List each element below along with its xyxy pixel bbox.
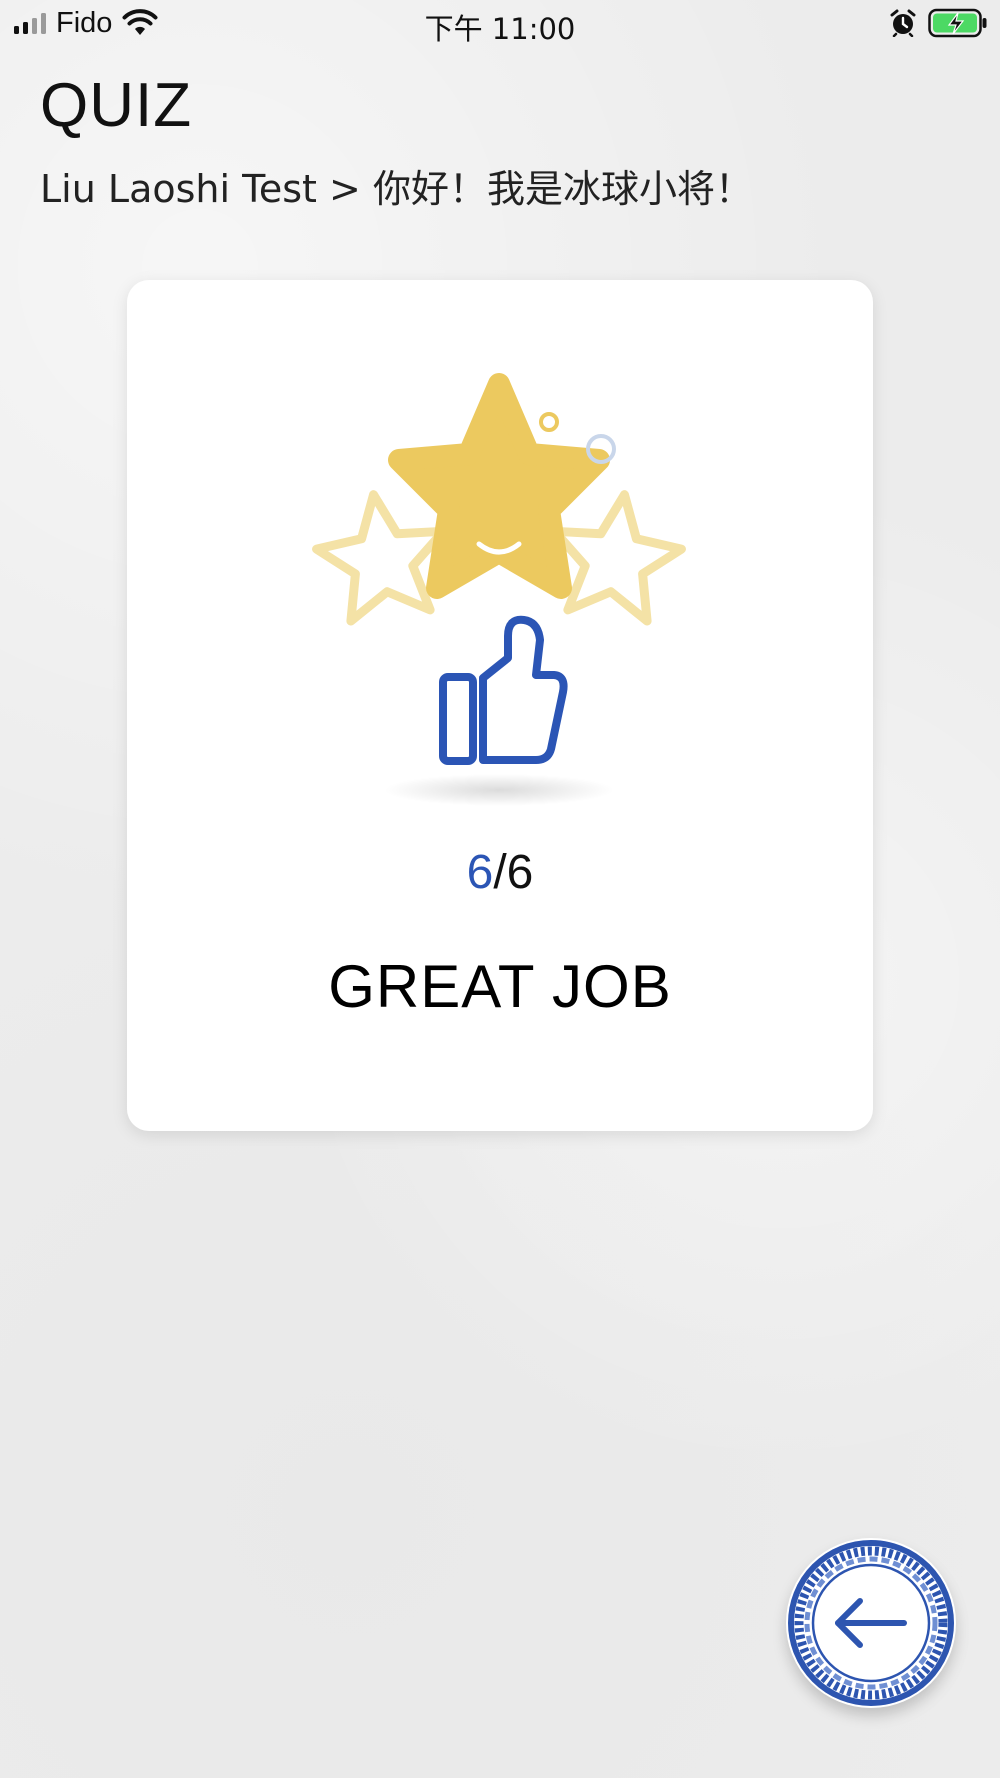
center-star-icon (388, 373, 610, 599)
breadcrumb: Liu Laoshi Test > 你好！我是冰球小将！ (40, 167, 753, 211)
score-separator: / (493, 846, 507, 899)
back-button[interactable] (786, 1538, 956, 1708)
status-right (890, 8, 988, 38)
alarm-icon (890, 9, 916, 37)
result-message: GREAT JOB (328, 953, 672, 1020)
score-correct: 6 (466, 846, 494, 899)
page-title: QUIZ (40, 71, 193, 140)
star-thumbs-up-icon (312, 373, 686, 806)
score-total: 6 (506, 846, 534, 899)
status-time: 下午 11:00 (424, 12, 576, 46)
thumbs-up-icon (439, 615, 568, 765)
illustration-shadow (384, 774, 614, 806)
battery-charging-icon (928, 8, 987, 38)
status-bar: Fido 下午 11:00 (0, 0, 1000, 50)
plate-decoration (787, 1539, 955, 1707)
small-bubble-icon (539, 412, 559, 432)
result-card: 6/6 GREAT JOB (127, 280, 873, 1131)
score: 6/6 (127, 845, 873, 900)
